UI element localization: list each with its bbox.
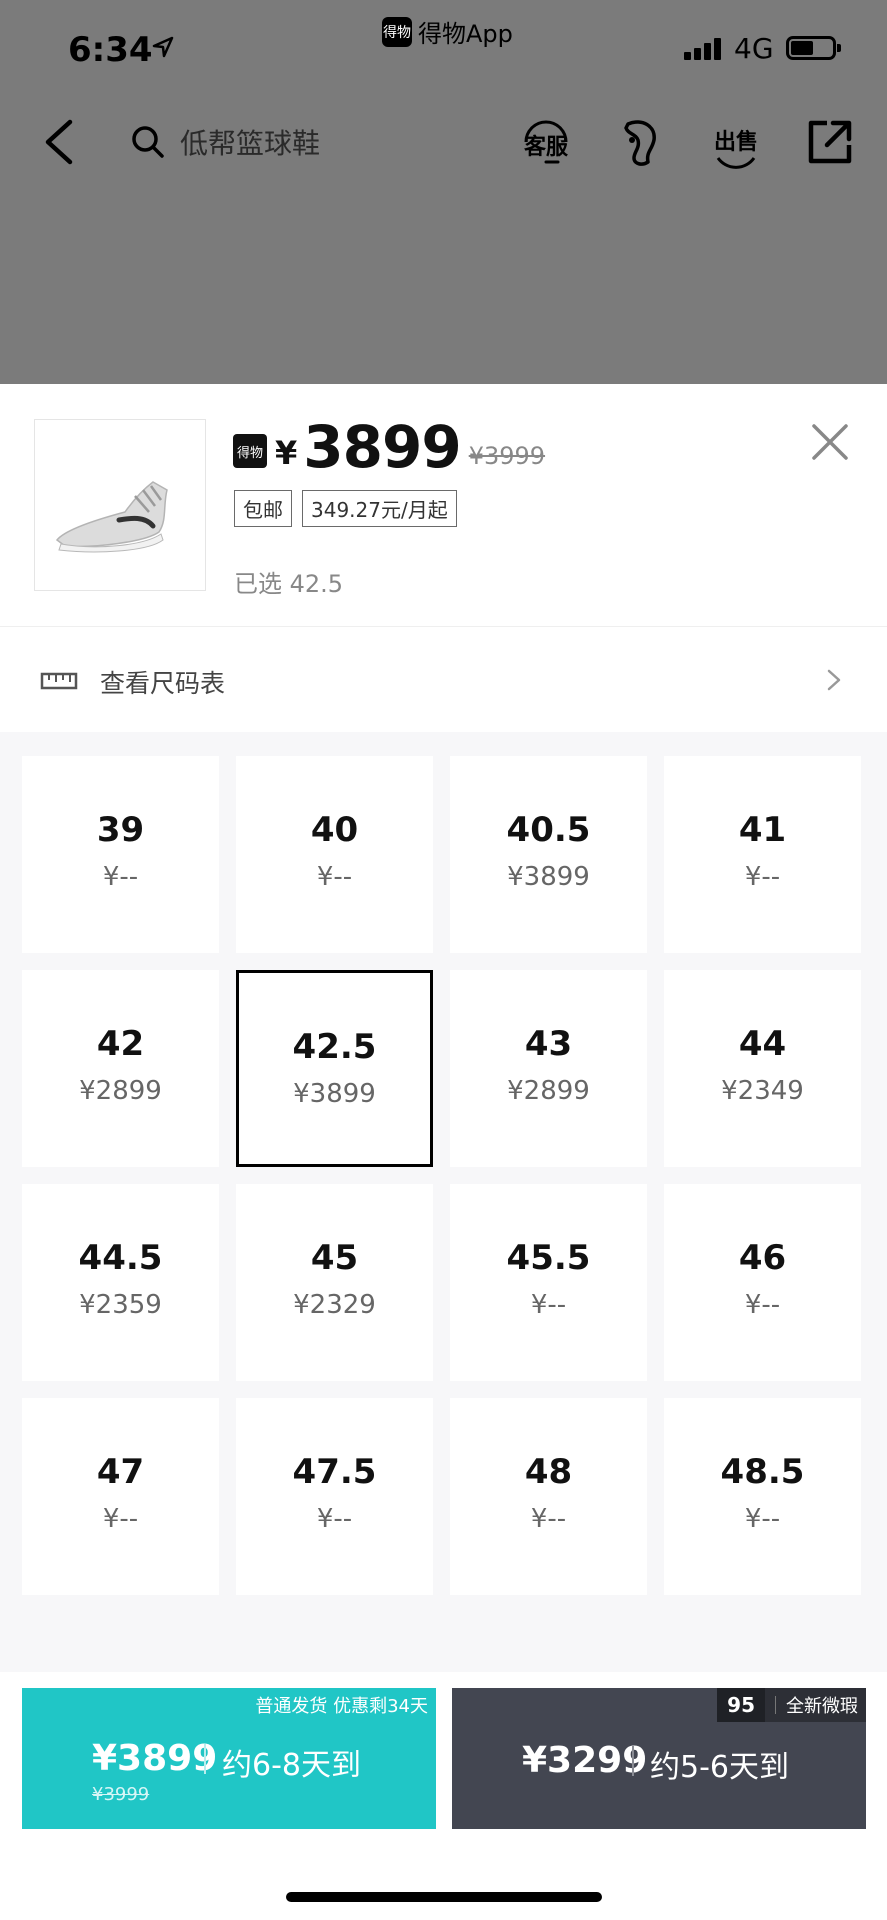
size-option[interactable]: 48.5 ¥-- <box>664 1398 861 1595</box>
size-option[interactable]: 44.5 ¥2359 <box>22 1184 219 1381</box>
size-value: 48 <box>524 1452 573 1492</box>
standard-shipping-note: 普通发货 优惠剩34天 <box>255 1696 428 1717</box>
location-arrow-icon <box>152 36 174 58</box>
chevron-right-icon <box>827 669 841 691</box>
size-option[interactable]: 42 ¥2899 <box>22 970 219 1167</box>
installment-tag: 349.27元/月起 <box>302 490 457 527</box>
search-placeholder: 低帮篮球鞋 <box>180 127 321 160</box>
dewu-badge: 得物 <box>233 434 267 468</box>
search-input[interactable]: 低帮篮球鞋 <box>130 112 430 172</box>
size-price: ¥-- <box>744 862 781 892</box>
size-option[interactable]: 45 ¥2329 <box>236 1184 433 1381</box>
battery-icon <box>786 36 841 60</box>
status-bar: 6:34 得物 得物App 4G <box>0 0 887 100</box>
size-value: 45 <box>310 1238 359 1278</box>
express-price: ¥3299 <box>522 1740 648 1781</box>
currency-symbol: ¥ <box>275 434 298 472</box>
standard-eta: 约6-8天到 <box>222 1748 361 1783</box>
app-logo-icon: 得物 <box>382 16 412 47</box>
buy-standard-button[interactable]: 普通发货 优惠剩34天 ¥3899 ¥3999 约6-8天到 <box>22 1688 436 1829</box>
size-option[interactable]: 41 ¥-- <box>664 756 861 953</box>
size-option[interactable]: 40 ¥-- <box>236 756 433 953</box>
size-option[interactable]: 44 ¥2349 <box>664 970 861 1167</box>
size-option[interactable]: 39 ¥-- <box>22 756 219 953</box>
size-price: ¥-- <box>744 1504 781 1534</box>
price-row: 得物 ¥ 3899 ¥3999 <box>233 418 545 476</box>
size-price: ¥-- <box>530 1504 567 1534</box>
size-value: 44.5 <box>78 1238 163 1278</box>
size-value: 47.5 <box>292 1452 377 1492</box>
customer-service-button[interactable]: 客服 <box>516 112 576 172</box>
footprint-button[interactable] <box>610 112 670 172</box>
size-value: 42 <box>96 1024 145 1064</box>
sneaker-image <box>55 481 168 553</box>
sell-label: 出售 <box>713 130 758 155</box>
size-value: 39 <box>96 810 145 850</box>
size-value: 43 <box>524 1024 573 1064</box>
standard-original-price: ¥3999 <box>92 1784 150 1805</box>
free-shipping-tag: 包邮 <box>234 490 292 527</box>
search-icon <box>132 126 164 158</box>
size-price: ¥2899 <box>507 1076 590 1106</box>
size-value: 44 <box>738 1024 787 1064</box>
size-price: ¥2349 <box>721 1076 804 1106</box>
separator <box>632 1746 634 1776</box>
separator <box>204 1744 206 1774</box>
size-option[interactable]: 47 ¥-- <box>22 1398 219 1595</box>
size-option[interactable]: 46 ¥-- <box>664 1184 861 1381</box>
size-value: 46 <box>738 1238 787 1278</box>
home-indicator <box>286 1892 602 1902</box>
status-time: 6:34 <box>68 30 153 70</box>
size-value: 48.5 <box>720 1452 805 1492</box>
buy-express-button[interactable]: 95 全新微瑕 ¥3299 约5-6天到 <box>452 1688 866 1829</box>
product-image <box>34 419 206 591</box>
express-eta: 约5-6天到 <box>650 1750 789 1785</box>
product-price: 3899 <box>303 413 461 481</box>
size-option[interactable]: 48 ¥-- <box>450 1398 647 1595</box>
size-chart-label[interactable]: 查看尺码表 <box>100 664 225 700</box>
size-value: 40.5 <box>506 810 591 850</box>
price-tags: 包邮 349.27元/月起 <box>234 490 457 527</box>
ruler-icon <box>40 672 78 690</box>
sell-button[interactable]: 出售 <box>706 112 766 172</box>
size-price: ¥-- <box>316 862 353 892</box>
size-option[interactable]: 42.5 ¥3899 <box>236 970 433 1167</box>
original-price: ¥3999 <box>468 442 546 470</box>
size-option[interactable]: 43 ¥2899 <box>450 970 647 1167</box>
app-label: 得物 得物App <box>382 14 513 49</box>
app-name: 得物App <box>418 20 513 48</box>
footprint-icon <box>624 120 656 166</box>
share-button[interactable] <box>800 112 860 172</box>
size-price: ¥-- <box>102 1504 139 1534</box>
size-value: 41 <box>738 810 787 850</box>
network-type: 4G <box>734 32 774 65</box>
size-value: 42.5 <box>292 1027 377 1067</box>
size-price: ¥2329 <box>293 1290 376 1320</box>
size-option[interactable]: 47.5 ¥-- <box>236 1398 433 1595</box>
customer-service-label: 客服 <box>523 135 568 160</box>
size-price: ¥-- <box>102 862 139 892</box>
size-price: ¥3899 <box>507 862 590 892</box>
share-icon <box>808 120 852 164</box>
close-button[interactable] <box>808 420 852 464</box>
size-price: ¥3899 <box>293 1079 376 1109</box>
size-value: 47 <box>96 1452 145 1492</box>
size-price: ¥2359 <box>79 1290 162 1320</box>
size-price: ¥2899 <box>79 1076 162 1106</box>
size-option[interactable]: 40.5 ¥3899 <box>450 756 647 953</box>
size-price: ¥-- <box>530 1290 567 1320</box>
size-value: 40 <box>310 810 359 850</box>
standard-price: ¥3899 <box>92 1738 218 1779</box>
back-button[interactable] <box>40 118 80 166</box>
brand-95-icon: 95 <box>717 1688 765 1722</box>
size-value: 45.5 <box>506 1238 591 1278</box>
condition-label: 全新微瑕 <box>786 1696 858 1717</box>
size-price: ¥-- <box>744 1290 781 1320</box>
size-price: ¥-- <box>316 1504 353 1534</box>
selected-size-label: 已选 42.5 <box>234 570 344 598</box>
signal-icon <box>684 38 721 60</box>
size-option[interactable]: 45.5 ¥-- <box>450 1184 647 1381</box>
condition-badge: 95 全新微瑕 <box>717 1688 866 1722</box>
